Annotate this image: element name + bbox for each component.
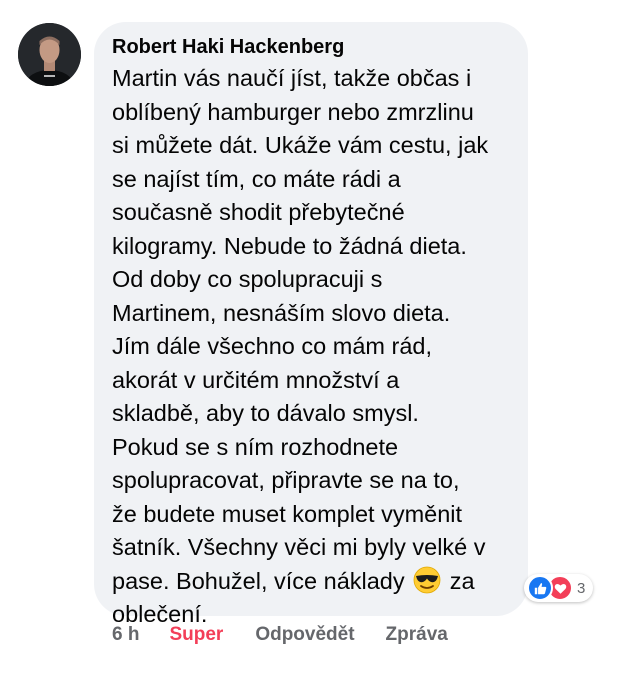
comment-line: Martinem, nesnáším slovo dieta. [112, 299, 451, 326]
comment-line: Od doby co spolupracuji s [112, 266, 383, 292]
avatar-photo [18, 23, 81, 86]
comment-line: akorát v určitém množství a [112, 366, 400, 393]
comment-line: Jím dále všechno co mám rád, [112, 333, 432, 359]
message-button[interactable]: Zpráva [386, 624, 448, 646]
comment-line: šatník. Všechny věci mi byly velké v [112, 534, 486, 560]
comment-bubble: Robert Haki Hackenberg Martin vás naučí … [94, 22, 528, 627]
reply-button[interactable]: Odpovědět [255, 624, 354, 646]
smiling-face-with-sunglasses-icon [413, 566, 441, 594]
super-reaction-button[interactable]: Super [169, 624, 223, 646]
reactions-summary[interactable]: 3 [524, 574, 594, 602]
like-icon [527, 575, 553, 601]
comment-actions: 6 h Super Odpovědět Zpráva [112, 622, 448, 648]
reaction-count: 3 [577, 579, 586, 597]
comment-line-emoji: pase. Bohužel, více náklady za [112, 565, 514, 599]
comment-line: si můžete dát. Ukáže vám cestu, jak [112, 132, 489, 158]
comment-author[interactable]: Robert Haki Hackenberg [112, 34, 514, 60]
avatar[interactable] [18, 23, 81, 86]
comment-line: že budete muset komplet vyměnit [112, 500, 463, 527]
comment-line: současně shodit přebytečné [112, 199, 405, 225]
comment-text: Martin vás naučí jíst, takže občas i obl… [112, 62, 514, 632]
comment-line-part: pase. Bohužel, více náklady [112, 567, 405, 594]
comment-container: Robert Haki Hackenberg Martin vás naučí … [0, 0, 620, 675]
comment-line-part: za [449, 567, 475, 594]
comment-line: skladbě, aby to dávalo smysl. [112, 400, 419, 426]
timestamp[interactable]: 6 h [112, 624, 139, 646]
comment-line: oblíbený hamburger nebo zmrzlinu [112, 98, 474, 125]
comment-line: spolupracovat, připravte se na to, [112, 467, 460, 493]
comment-line: Martin vás naučí jíst, takže občas i [112, 65, 472, 91]
comment-line: se najíst tím, co máte rádi a [112, 165, 401, 192]
comment-line: kilogramy. Nebude to žádná dieta. [112, 232, 467, 259]
comment-line: Pokud se s ním rozhodnete [112, 433, 399, 460]
